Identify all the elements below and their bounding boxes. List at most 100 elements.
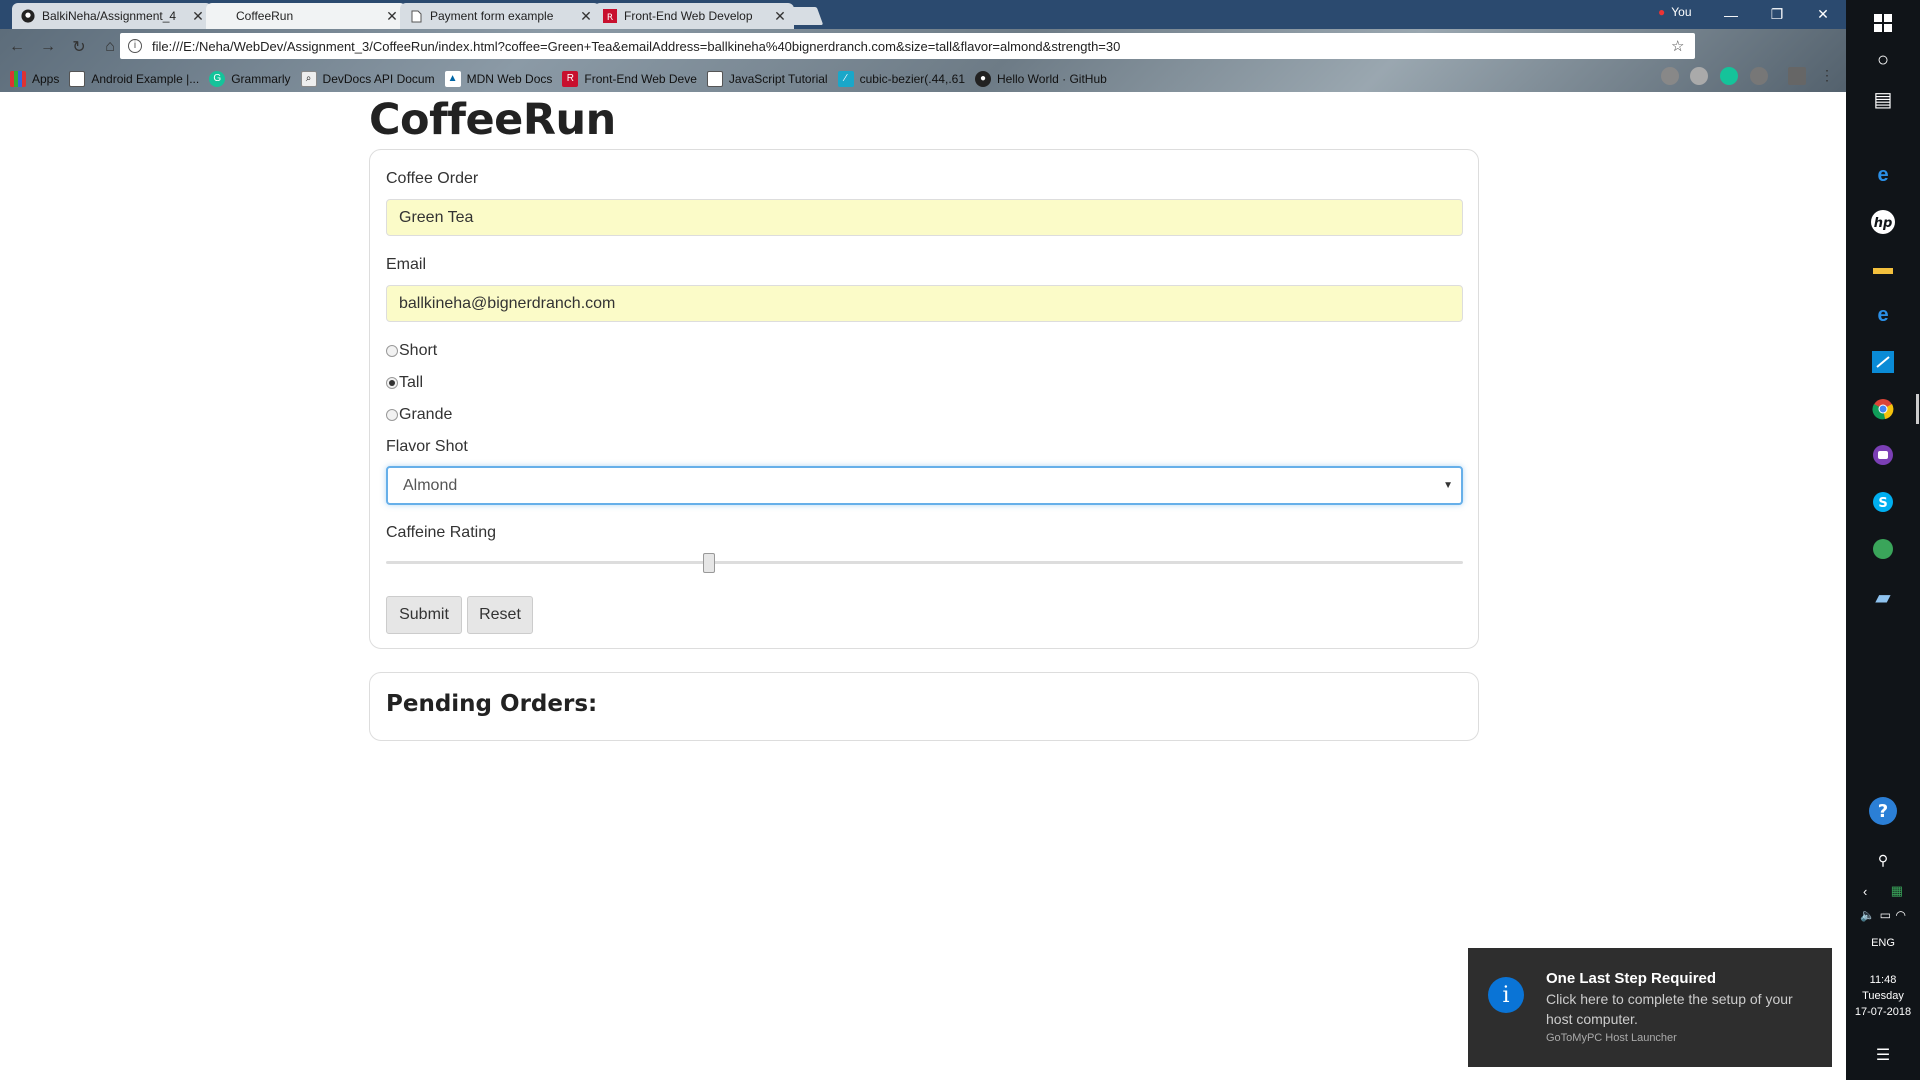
close-icon[interactable]: ✕ bbox=[578, 8, 594, 25]
size-label: Grande bbox=[399, 406, 453, 423]
volume-icon[interactable]: 🔈 bbox=[1860, 908, 1875, 922]
size-option-short[interactable]: Short bbox=[386, 342, 437, 360]
coffee-order-input[interactable] bbox=[386, 199, 1463, 236]
close-icon[interactable]: ✕ bbox=[190, 8, 206, 25]
tab-payment-form[interactable]: Payment form example ✕ bbox=[400, 3, 600, 29]
skype-icon[interactable]: S bbox=[1868, 487, 1898, 517]
hp-icon[interactable]: hp bbox=[1868, 207, 1898, 237]
flavor-shot-select[interactable]: Almond ▼ bbox=[386, 466, 1463, 505]
app-icon[interactable] bbox=[1868, 440, 1898, 470]
wifi-icon[interactable]: ◠ bbox=[1896, 908, 1906, 922]
size-option-grande[interactable]: Grande bbox=[386, 406, 452, 424]
size-radio-short[interactable] bbox=[386, 345, 398, 357]
restore-icon[interactable]: ❐ bbox=[1754, 0, 1800, 29]
tab-coffeerun[interactable]: CoffeeRun ✕ bbox=[206, 3, 406, 29]
bookmarks-bar: Apps Android Example |... G Grammarly ⌕ … bbox=[0, 65, 1846, 92]
size-radio-grande[interactable] bbox=[386, 409, 398, 421]
page-icon bbox=[706, 70, 723, 87]
notification-toast[interactable]: i One Last Step Required Click here to c… bbox=[1468, 948, 1832, 1067]
file-explorer-icon[interactable]: ▬ bbox=[1868, 253, 1898, 283]
bookmark-android[interactable]: Android Example |... bbox=[69, 70, 200, 87]
profile-icon: ● bbox=[1658, 5, 1666, 19]
cubic-icon: ∕ bbox=[837, 70, 854, 87]
edge-icon[interactable]: e bbox=[1868, 160, 1898, 190]
bookmark-mdn[interactable]: ▲ MDN Web Docs bbox=[444, 70, 552, 87]
language-indicator[interactable]: ENG bbox=[1846, 935, 1920, 951]
people-icon[interactable]: ⚲ bbox=[1868, 845, 1898, 875]
info-icon[interactable]: i bbox=[128, 39, 142, 53]
bookmark-label: Android Example |... bbox=[91, 71, 200, 86]
action-center-icon[interactable]: ☰ bbox=[1868, 1040, 1898, 1070]
reset-button[interactable]: Reset bbox=[467, 596, 533, 634]
size-option-tall[interactable]: Tall bbox=[386, 374, 423, 392]
tab-title: Front-End Web Develop bbox=[624, 9, 753, 23]
profile-name: You bbox=[1671, 5, 1692, 19]
browser-window: BalkiNeha/Assignment_4 ✕ CoffeeRun ✕ Pay… bbox=[0, 0, 1846, 1080]
windows-start-icon[interactable] bbox=[1868, 8, 1898, 38]
page-content: CoffeeRun Coffee Order Email Short Tall … bbox=[0, 92, 1846, 1080]
bnr-icon: R bbox=[602, 8, 618, 24]
chevron-left-icon[interactable]: ‹ bbox=[1863, 884, 1867, 899]
bookmark-label: Hello World · GitHub bbox=[997, 71, 1107, 86]
tray-app-icon[interactable]: ▦ bbox=[1891, 883, 1903, 899]
clock-time[interactable]: 11:48 bbox=[1846, 972, 1920, 988]
tray-status: 🔈 ▭ ◠ bbox=[1860, 900, 1906, 930]
flavor-selected-value: Almond bbox=[403, 476, 458, 494]
battery-icon[interactable]: ▭ bbox=[1880, 908, 1891, 922]
tab-title: CoffeeRun bbox=[236, 9, 294, 23]
slider-track bbox=[386, 561, 1463, 564]
minimize-icon[interactable]: — bbox=[1708, 0, 1754, 29]
search-icon[interactable]: ○ bbox=[1868, 45, 1898, 75]
page-icon bbox=[69, 70, 86, 87]
pending-orders-panel: Pending Orders: bbox=[369, 672, 1479, 741]
info-icon: i bbox=[1488, 977, 1524, 1013]
bookmark-cubic-bezier[interactable]: ∕ cubic-bezier(.44,.61 bbox=[837, 70, 965, 87]
reload-icon[interactable]: ↻ bbox=[65, 33, 93, 61]
bookmark-js-tutorial[interactable]: JavaScript Tutorial bbox=[706, 70, 828, 87]
windows-taskbar: ○ ▤ e hp ▬ e S ▰ ? ⚲ ‹ ▦ 🔈 ▭ ◠ ENG 11:48… bbox=[1846, 0, 1920, 1080]
email-field[interactable] bbox=[386, 285, 1463, 322]
bookmark-apps[interactable]: Apps bbox=[10, 70, 59, 87]
bookmark-grammarly[interactable]: G Grammarly bbox=[209, 70, 291, 87]
slider-thumb[interactable] bbox=[703, 553, 716, 573]
mdn-icon: ▲ bbox=[444, 70, 461, 87]
bookmark-hello-world[interactable]: ● Hello World · GitHub bbox=[975, 70, 1107, 87]
notification-source: GoToMyPC Host Launcher bbox=[1546, 1032, 1677, 1044]
task-view-icon[interactable]: ▤ bbox=[1868, 84, 1898, 114]
submit-button[interactable]: Submit bbox=[386, 596, 462, 634]
page-icon bbox=[214, 8, 230, 24]
app-icon[interactable] bbox=[1868, 347, 1898, 377]
size-radio-tall[interactable] bbox=[386, 377, 398, 389]
pending-orders-title: Pending Orders: bbox=[386, 691, 598, 717]
tab-frontend[interactable]: R Front-End Web Develop ✕ bbox=[594, 3, 794, 29]
clock-date[interactable]: 17-07-2018 bbox=[1846, 1004, 1920, 1020]
internet-explorer-icon[interactable]: e bbox=[1868, 300, 1898, 330]
svg-text:R: R bbox=[607, 13, 613, 23]
address-url: file:///E:/Neha/WebDev/Assignment_3/Coff… bbox=[152, 38, 1121, 54]
close-window-icon[interactable]: ✕ bbox=[1800, 0, 1846, 29]
chrome-icon[interactable] bbox=[1868, 394, 1898, 424]
size-label: Short bbox=[399, 342, 438, 359]
new-tab-button[interactable] bbox=[784, 7, 824, 25]
app-icon[interactable] bbox=[1868, 534, 1898, 564]
svg-text:hp: hp bbox=[1874, 216, 1893, 231]
size-label: Tall bbox=[399, 374, 424, 391]
app-icon[interactable]: ▰ bbox=[1868, 582, 1898, 612]
bookmark-devdocs[interactable]: ⌕ DevDocs API Docum bbox=[300, 70, 435, 87]
bookmark-frontend[interactable]: R Front-End Web Deve bbox=[562, 70, 697, 87]
forward-icon[interactable]: → bbox=[34, 33, 62, 61]
back-icon[interactable]: ← bbox=[3, 33, 31, 61]
caffeine-rating-slider[interactable] bbox=[386, 551, 1463, 575]
tab-github[interactable]: BalkiNeha/Assignment_4 ✕ bbox=[12, 3, 212, 29]
address-bar[interactable]: i file:///E:/Neha/WebDev/Assignment_3/Co… bbox=[120, 33, 1695, 59]
notification-title: One Last Step Required bbox=[1546, 970, 1717, 987]
profile-button[interactable]: ● You bbox=[1658, 5, 1692, 19]
github-icon bbox=[20, 8, 36, 24]
caffeine-rating-label: Caffeine Rating bbox=[386, 524, 496, 541]
close-icon[interactable]: ✕ bbox=[384, 8, 400, 25]
bookmark-label: JavaScript Tutorial bbox=[728, 71, 828, 86]
help-icon[interactable]: ? bbox=[1868, 796, 1898, 826]
clock-day[interactable]: Tuesday bbox=[1846, 988, 1920, 1004]
bookmark-star-icon[interactable]: ☆ bbox=[1671, 37, 1695, 55]
notification-body: Click here to complete the setup of your… bbox=[1546, 991, 1793, 1027]
